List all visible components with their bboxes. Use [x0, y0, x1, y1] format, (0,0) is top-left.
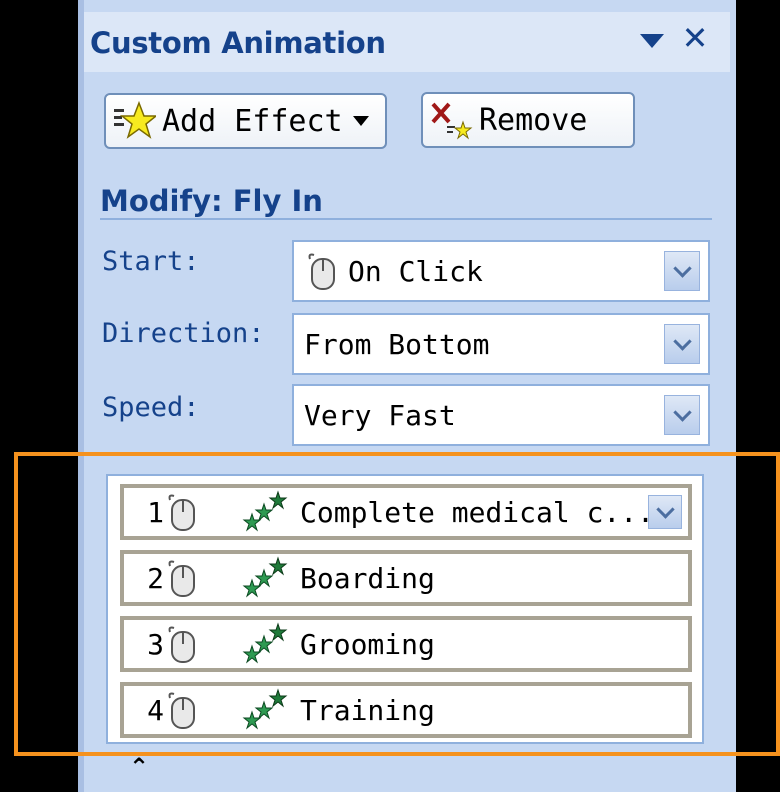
start-label: Start:	[102, 246, 200, 277]
speed-select[interactable]: Very Fast	[292, 384, 710, 446]
add-effect-dropdown-arrow-icon	[352, 116, 369, 126]
item-dropdown-button[interactable]	[648, 495, 682, 529]
modify-heading: Modify: Fly In	[100, 184, 323, 218]
pane-title: Custom Animation	[90, 26, 386, 60]
animation-list-item[interactable]: 2 Boarding	[120, 550, 692, 606]
animation-list-item[interactable]: 1 Complete medical c...	[120, 484, 692, 540]
remove-x-icon	[431, 102, 473, 140]
modify-divider	[100, 218, 712, 220]
direction-select[interactable]: From Bottom	[292, 313, 710, 375]
animation-list-item[interactable]: 4 Training	[120, 682, 692, 738]
chevron-down-icon	[655, 499, 675, 519]
start-dropdown-button[interactable]	[664, 251, 700, 291]
item-number: 2	[147, 561, 164, 595]
item-label: Training	[300, 693, 435, 727]
fly-in-stars-icon	[242, 688, 288, 730]
start-value: On Click	[348, 254, 483, 288]
item-number: 4	[147, 693, 164, 727]
pane-title-bar: Custom Animation ✕	[84, 12, 730, 72]
chevron-down-icon	[672, 331, 692, 351]
fly-in-stars-icon	[242, 490, 288, 532]
fly-in-stars-icon	[242, 556, 288, 598]
start-select[interactable]: On Click	[292, 240, 710, 302]
mouse-click-icon	[308, 253, 335, 290]
double-chevron-up-icon[interactable]: ⌃	[126, 752, 152, 782]
chevron-down-icon	[672, 402, 692, 422]
speed-value: Very Fast	[304, 398, 456, 432]
speed-dropdown-button[interactable]	[664, 395, 700, 435]
direction-label: Direction:	[102, 318, 265, 349]
remove-button[interactable]: Remove	[421, 92, 635, 148]
fly-in-stars-icon	[242, 622, 288, 664]
direction-value: From Bottom	[304, 327, 490, 361]
item-number: 1	[147, 495, 164, 529]
item-label: Grooming	[300, 627, 435, 661]
item-label: Boarding	[300, 561, 435, 595]
add-effect-label: Add Effect	[162, 103, 343, 139]
add-effect-button[interactable]: Add Effect	[104, 93, 387, 149]
item-label: Complete medical c...	[300, 495, 655, 529]
speed-label: Speed:	[102, 392, 200, 423]
remove-label: Remove	[479, 102, 588, 138]
animation-list-item[interactable]: 3 Grooming	[120, 616, 692, 672]
mouse-click-icon	[168, 626, 195, 663]
direction-dropdown-button[interactable]	[664, 324, 700, 364]
chevron-down-icon	[672, 258, 692, 278]
animation-order-list[interactable]: 1 Complete medical c... 2 Boarding 3 Gro…	[106, 474, 704, 744]
star-effect-icon	[114, 100, 156, 139]
mouse-click-icon	[168, 692, 195, 729]
mouse-click-icon	[168, 560, 195, 597]
pane-options-arrow-icon[interactable]	[640, 34, 664, 48]
pane-left-border	[78, 0, 84, 792]
mouse-click-icon	[168, 494, 195, 531]
item-number: 3	[147, 627, 164, 661]
close-icon[interactable]: ✕	[680, 20, 710, 56]
